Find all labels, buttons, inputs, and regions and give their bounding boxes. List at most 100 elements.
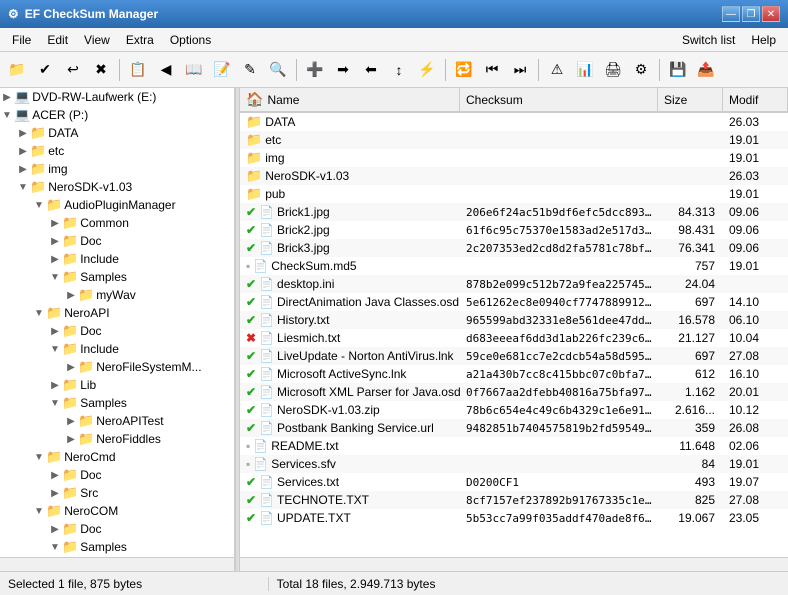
tree-item-nero-cmd-src[interactable]: ▶📁Src (0, 484, 234, 502)
tree-item-nero-com-doc[interactable]: ▶📁Doc (0, 520, 234, 538)
file-row[interactable]: ✔📄Microsoft ActiveSync.lnka21a430b7cc8c4… (240, 365, 788, 383)
expand-icon[interactable]: ▼ (0, 108, 14, 122)
file-row[interactable]: ✔📄NeroSDK-v1.03.zip78b6c654e4c49c6b4329c… (240, 401, 788, 419)
toolbar-undo[interactable]: ↩ (60, 57, 86, 83)
toolbar-forward[interactable]: ➡ (330, 57, 356, 83)
file-list-body[interactable]: 📁DATA26.03📁etc19.01📁img19.01📁NeroSDK-v1.… (240, 113, 788, 557)
toolbar-sort[interactable]: ↕ (386, 57, 412, 83)
toolbar-back[interactable]: ◀ (153, 57, 179, 83)
file-row[interactable]: ✔📄UPDATE.TXT5b53cc7a99f035addf470ade8f6a… (240, 509, 788, 527)
expand-icon[interactable]: ▶ (64, 432, 78, 446)
expand-icon[interactable]: ▼ (48, 270, 62, 284)
file-row[interactable]: ✔📄LiveUpdate - Norton AntiVirus.lnk59ce0… (240, 347, 788, 365)
tree-item-nero-cmd-doc[interactable]: ▶📁Doc (0, 466, 234, 484)
file-row[interactable]: ✔📄History.txt965599abd32331e8e561dee47dd… (240, 311, 788, 329)
file-row[interactable]: ✔📄Brick1.jpg206e6f24ac51b9df6efc5dcc8937… (240, 203, 788, 221)
expand-icon[interactable]: ▼ (16, 180, 30, 194)
tree-item-nero-cmd[interactable]: ▼📁NeroCmd (0, 448, 234, 466)
file-row[interactable]: ✔📄Services.txtD0200CF149319.07 (240, 473, 788, 491)
col-header-modif[interactable]: Modif (723, 88, 788, 111)
toolbar-open[interactable]: 📁 (4, 57, 30, 83)
tree-item-nero-com[interactable]: ▼📁NeroCOM (0, 502, 234, 520)
toolbar-lightning[interactable]: ⚡ (414, 57, 440, 83)
toolbar-search[interactable]: 🔍 (265, 57, 291, 83)
file-row[interactable]: ▪📄README.txt11.64802.06 (240, 437, 788, 455)
file-row[interactable]: 📁DATA26.03 (240, 113, 788, 131)
tree-item-neuroapitest[interactable]: ▶📁NeroAPITest (0, 412, 234, 430)
file-row[interactable]: 📁pub19.01 (240, 185, 788, 203)
expand-icon[interactable]: ▶ (16, 162, 30, 176)
toolbar-prev[interactable]: ⬅ (358, 57, 384, 83)
tree-item-nero-com-samples[interactable]: ▼📁Samples (0, 538, 234, 556)
menu-help[interactable]: Help (743, 31, 784, 49)
expand-icon[interactable]: ▶ (64, 360, 78, 374)
tree-item-audio-plugin[interactable]: ▼📁AudioPluginManager (0, 196, 234, 214)
expand-icon[interactable]: ▼ (32, 450, 46, 464)
file-hscroll[interactable] (240, 557, 788, 571)
tree-item-img[interactable]: ▶📁img (0, 160, 234, 178)
tree-item-neroapi-doc[interactable]: ▶📁Doc (0, 322, 234, 340)
toolbar-refresh[interactable]: 🔁 (451, 57, 477, 83)
tree-item-nerofilesystem[interactable]: ▶📁NeroFileSystemM... (0, 358, 234, 376)
tree-item-neroapi-include[interactable]: ▼📁Include (0, 340, 234, 358)
expand-icon[interactable]: ▶ (16, 144, 30, 158)
tree-item-mywav[interactable]: ▶📁myWav (0, 286, 234, 304)
expand-icon[interactable]: ▶ (48, 522, 62, 536)
file-row[interactable]: ✔📄Postbank Banking Service.url9482851b74… (240, 419, 788, 437)
expand-icon[interactable]: ▶ (48, 378, 62, 392)
toolbar-last[interactable]: ⏭ (507, 57, 533, 83)
file-row[interactable]: 📁etc19.01 (240, 131, 788, 149)
tree-item-common[interactable]: ▶📁Common (0, 214, 234, 232)
menu-extra[interactable]: Extra (118, 31, 162, 49)
col-header-checksum[interactable]: Checksum (460, 88, 658, 111)
file-row[interactable]: ✔📄DirectAnimation Java Classes.osd5e6126… (240, 293, 788, 311)
tree-item-doc[interactable]: ▶📁Doc (0, 232, 234, 250)
expand-icon[interactable]: ▼ (32, 198, 46, 212)
expand-icon[interactable]: ▶ (48, 234, 62, 248)
minimize-button[interactable]: — (722, 6, 740, 22)
tree-body[interactable]: ▶💻DVD-RW-Laufwerk (E:)▼💻ACER (P:)▶📁DATA▶… (0, 88, 234, 557)
file-row[interactable]: ▪📄CheckSum.md575719.01 (240, 257, 788, 275)
menu-view[interactable]: View (76, 31, 118, 49)
expand-icon[interactable]: ▶ (48, 216, 62, 230)
tree-item-nero-api[interactable]: ▼📁NeroAPI (0, 304, 234, 322)
toolbar-copy[interactable]: 📋 (125, 57, 151, 83)
expand-icon[interactable]: ▶ (0, 90, 14, 104)
toolbar-save[interactable]: 💾 (665, 57, 691, 83)
file-row[interactable]: ✔📄desktop.ini878b2e099c512b72a9fea225745… (240, 275, 788, 293)
expand-icon[interactable]: ▶ (48, 324, 62, 338)
expand-icon[interactable]: ▼ (48, 342, 62, 356)
expand-icon[interactable]: ▶ (48, 486, 62, 500)
tree-item-neroapi-samples[interactable]: ▼📁Samples (0, 394, 234, 412)
toolbar-chart[interactable]: 📊 (572, 57, 598, 83)
tree-item-acer[interactable]: ▼💻ACER (P:) (0, 106, 234, 124)
col-header-name[interactable]: 🏠 Name (240, 88, 460, 111)
close-button[interactable]: ✕ (762, 6, 780, 22)
expand-icon[interactable]: ▶ (16, 126, 30, 140)
toolbar-write[interactable]: ✎ (237, 57, 263, 83)
menu-file[interactable]: File (4, 31, 39, 49)
tree-item-data[interactable]: ▶📁DATA (0, 124, 234, 142)
file-row[interactable]: ✔📄Microsoft XML Parser for Java.osd0f766… (240, 383, 788, 401)
file-row[interactable]: ✔📄Brick2.jpg61f6c95c75370e1583ad2e517d31… (240, 221, 788, 239)
toolbar-cancel[interactable]: ✖ (88, 57, 114, 83)
expand-icon[interactable]: ▼ (32, 504, 46, 518)
toolbar-warn[interactable]: ⚠ (544, 57, 570, 83)
file-row[interactable]: ✔📄Brick3.jpg2c207353ed2cd8d2fa5781c78bf3… (240, 239, 788, 257)
expand-icon[interactable]: ▶ (64, 414, 78, 428)
menu-edit[interactable]: Edit (39, 31, 76, 49)
restore-button[interactable]: ❐ (742, 6, 760, 22)
toolbar-settings[interactable]: ⚙ (628, 57, 654, 83)
col-header-size[interactable]: Size (658, 88, 723, 111)
expand-icon[interactable]: ▼ (48, 396, 62, 410)
expand-icon[interactable]: ▼ (48, 540, 62, 554)
expand-icon[interactable]: ▶ (48, 252, 62, 266)
tree-item-etc[interactable]: ▶📁etc (0, 142, 234, 160)
menu-switchlist[interactable]: Switch list (674, 31, 743, 49)
menu-options[interactable]: Options (162, 31, 219, 49)
file-row[interactable]: ✖📄Liesmich.txtd683eeeaf6dd3d1ab226fc239c… (240, 329, 788, 347)
tree-item-nero-sdk[interactable]: ▼📁NeroSDK-v1.03 (0, 178, 234, 196)
toolbar-edit[interactable]: 📝 (209, 57, 235, 83)
tree-item-samples[interactable]: ▼📁Samples (0, 268, 234, 286)
tree-hscroll[interactable] (0, 557, 234, 571)
